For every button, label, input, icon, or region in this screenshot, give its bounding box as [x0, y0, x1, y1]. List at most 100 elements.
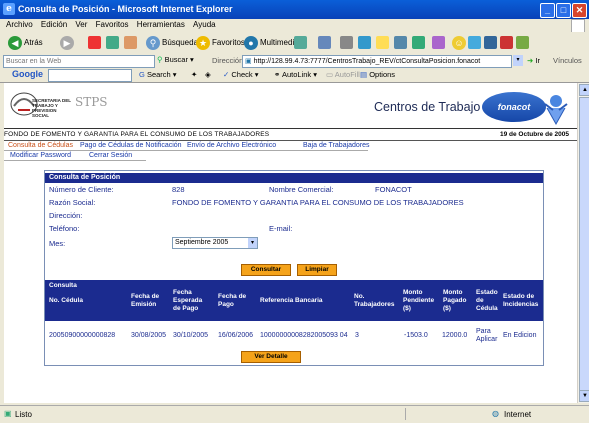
web-search-input[interactable]: Buscar en la Web — [3, 55, 155, 68]
research-button[interactable] — [394, 35, 407, 51]
internet-zone-icon: ◍ — [492, 409, 499, 418]
results-title: Consulta — [49, 282, 77, 289]
home-button[interactable] — [124, 35, 137, 51]
col-monto-pagado: Monto Pagado ($) — [443, 289, 467, 312]
scroll-up-icon[interactable]: ▲ — [579, 84, 589, 96]
bookmark-icon — [500, 36, 513, 50]
media-button[interactable]: ● Multimedia — [244, 35, 299, 51]
menu-ayuda[interactable]: Ayuda — [193, 20, 216, 29]
links-label[interactable]: Vínculos — [553, 56, 582, 65]
menu-archivo[interactable]: Archivo — [6, 20, 33, 29]
row-no-trabajadores: 3 — [355, 332, 359, 339]
razon-social-label: Razón Social: — [49, 198, 96, 207]
consultar-button[interactable]: Consultar — [241, 264, 291, 276]
ver-detalle-button[interactable]: Ver Detalle — [241, 351, 301, 363]
tool-button-4[interactable] — [484, 35, 497, 51]
google-logo: Google — [12, 69, 43, 79]
google-search-button[interactable]: G Search ▾ — [139, 70, 177, 79]
status-panel — [405, 408, 486, 420]
note-icon — [516, 36, 529, 50]
google-g-icon: G — [139, 70, 145, 79]
nombre-comercial-value: FONACOT — [375, 185, 412, 194]
back-button[interactable]: ◀ Atrás — [8, 35, 43, 51]
nav-baja-trabajadores[interactable]: Baja de Trabajadores — [303, 142, 370, 149]
num-cliente-label: Número de Cliente: — [49, 185, 114, 194]
messenger-button[interactable] — [412, 35, 425, 51]
options-icon: ▤ — [360, 70, 368, 79]
institution-name: FONDO DE FOMENTO Y GARANTIA PARA EL CONS… — [4, 131, 270, 138]
address-input[interactable]: ▣ http://128.99.4.73:7777/CentrosTrabajo… — [242, 55, 512, 68]
refresh-button[interactable] — [106, 35, 119, 51]
minimize-button[interactable]: _ — [540, 3, 555, 18]
history-button[interactable] — [294, 35, 307, 51]
address-row: Buscar en la Web ⚲ Buscar ▾ Dirección ▣ … — [0, 54, 589, 69]
menu-edicion[interactable]: Edición — [41, 20, 67, 29]
menu-favoritos[interactable]: Favoritos — [96, 20, 129, 29]
spell-check-button[interactable]: ✓ Check ▾ — [223, 70, 259, 79]
autofill-button[interactable]: ▭ AutoFill — [326, 70, 360, 79]
col-referencia: Referencia Bancaria — [260, 297, 323, 304]
vertical-scrollbar[interactable]: ▲ ▼ — [577, 83, 589, 403]
print-icon — [340, 36, 353, 50]
media-icon: ● — [244, 35, 258, 50]
go-button[interactable]: ➜ Ir — [527, 56, 540, 65]
popup-blocker-button[interactable]: ◈ — [205, 70, 211, 79]
tool-button-3[interactable] — [468, 35, 481, 51]
col-estado-incidencias: Estado de Incidencias — [503, 293, 539, 308]
row-no-cedula[interactable]: 20050900000000828 — [49, 332, 115, 340]
mes-select[interactable]: Septiembre 2005 ▾ — [172, 237, 258, 249]
discuss-button[interactable] — [376, 35, 389, 51]
favorites-button[interactable]: ★ Favoritos — [196, 35, 245, 51]
back-arrow-icon: ◀ — [8, 35, 22, 50]
row-fecha-emision: 30/08/2005 — [131, 332, 167, 339]
mail-button[interactable] — [318, 35, 331, 51]
page-content: SECRETARIA DEL TRABAJO Y PREVISION SOCIA… — [4, 83, 577, 403]
stop-button[interactable] — [88, 35, 101, 51]
smiley-icon: ☺ — [452, 35, 466, 50]
close-button[interactable]: ✕ — [572, 3, 587, 18]
row-estado-cedula: Para Aplicar — [476, 328, 498, 343]
tool-button-1[interactable] — [432, 35, 445, 51]
messenger-icon — [412, 36, 425, 50]
nav-envio-archivo[interactable]: Envío de Archivo Electrónico — [187, 142, 276, 149]
col-no-cedula: No. Cédula — [49, 297, 83, 304]
row-monto-pagado: 12000.0 — [442, 332, 468, 339]
monitor-icon — [484, 36, 497, 50]
col-fecha-pago: Fecha de Pago — [218, 293, 247, 308]
fonacot-logo: fonacot — [482, 92, 546, 122]
print-button[interactable] — [340, 35, 353, 51]
edit-icon — [358, 36, 371, 50]
google-toolbar: Google G Search ▾ ✦ ◈ ✓ Check ▾ ⚭ AutoLi… — [0, 68, 589, 83]
autolink-button[interactable]: ⚭ AutoLink ▾ — [274, 70, 317, 79]
tool-button-5[interactable] — [500, 35, 513, 51]
google-news-button[interactable]: ✦ — [191, 70, 197, 79]
toolbar: ◀ Atrás ▶ ⚲ Búsqueda ★ Favoritos ● Multimedi… — [0, 32, 589, 55]
limpiar-button[interactable]: Limpiar — [297, 264, 337, 276]
site-title: Centros de Trabajo — [374, 100, 481, 114]
news-icon: ✦ — [191, 70, 198, 79]
tool-button-6[interactable] — [516, 35, 529, 51]
col-no-trabajadores: No. Trabajadores — [354, 293, 395, 308]
scroll-down-icon[interactable]: ▼ — [579, 390, 589, 402]
page-done-icon: ▣ — [4, 409, 12, 418]
google-search-input[interactable] — [48, 69, 132, 82]
address-dropdown[interactable]: ▾ — [513, 55, 523, 66]
telefono-label: Teléfono: — [49, 224, 80, 233]
nav-consulta-cedulas[interactable]: Consulta de Cédulas — [8, 142, 73, 149]
options-button[interactable]: ▤ Options — [360, 70, 395, 79]
search-button[interactable]: ⚲ Búsqueda — [146, 35, 198, 51]
menu-ver[interactable]: Ver — [75, 20, 87, 29]
address-label: Dirección — [212, 56, 244, 65]
web-search-button[interactable]: ⚲ Buscar ▾ — [157, 55, 194, 64]
row-referencia: 10000000008282005093 04 — [260, 332, 348, 339]
maximize-button[interactable]: □ — [556, 3, 571, 18]
nav-modificar-password[interactable]: Modificar Password — [10, 152, 71, 159]
scroll-thumb[interactable] — [579, 97, 589, 391]
col-fecha-emision: Fecha de Emisión — [131, 293, 160, 308]
tool-button-2[interactable]: ☺ — [452, 35, 468, 51]
menu-herramientas[interactable]: Herramientas — [137, 20, 185, 29]
nav-pago-cedulas[interactable]: Pago de Cédulas de Notificación — [80, 142, 182, 149]
forward-button[interactable]: ▶ — [60, 35, 76, 51]
nav-cerrar-sesion[interactable]: Cerrar Sesión — [89, 152, 132, 159]
edit-button[interactable] — [358, 35, 371, 51]
